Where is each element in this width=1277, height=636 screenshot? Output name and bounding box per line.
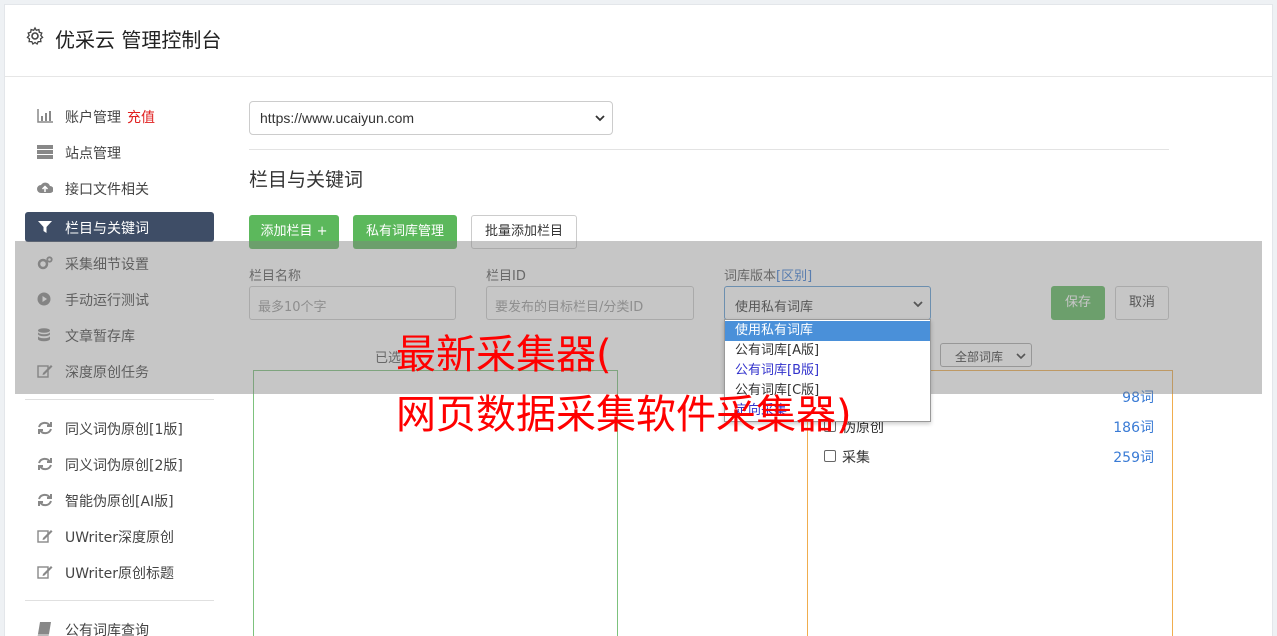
sidebar-item-label: 栏目与关键词 [65, 221, 149, 237]
sidebar-item-synonym-v1[interactable]: 同义词伪原创[1版] [25, 413, 214, 443]
bar-chart-icon [37, 109, 53, 123]
list-item[interactable]: 采集 259词 [824, 447, 1154, 467]
dropdown-option[interactable]: 使用私有词库 [725, 321, 930, 341]
sidebar-item-label: 账户管理 [65, 110, 121, 126]
sidebar-item-columns[interactable]: 栏目与关键词 [25, 212, 214, 242]
server-icon [37, 145, 53, 159]
recharge-link[interactable]: 充值 [127, 110, 155, 126]
sidebar-item-account[interactable]: 账户管理 充值 [25, 101, 214, 131]
site-select[interactable]: https://www.ucaiyun.com [249, 101, 613, 135]
edit-icon [37, 566, 53, 579]
sidebar-item-label: 同义词伪原创[1版] [65, 422, 183, 438]
checkbox[interactable] [824, 450, 836, 462]
sidebar-item-ai-rewrite[interactable]: 智能伪原创[AI版] [25, 485, 214, 515]
keyword-count: 259词 [1113, 450, 1154, 466]
dropdown-option[interactable]: 公有词库[B版] [725, 361, 930, 381]
refresh-icon [38, 493, 52, 507]
book-icon [37, 622, 51, 636]
gear-icon [26, 26, 44, 46]
sidebar-item-uwriter-title[interactable]: UWriter原创标题 [25, 557, 214, 587]
keyword-count: 186词 [1113, 420, 1154, 436]
sidebar-item-label: UWriter原创标题 [65, 566, 174, 582]
sidebar-item-uwriter-deep[interactable]: UWriter深度原创 [25, 521, 214, 551]
sidebar-item-interface[interactable]: 接口文件相关 [25, 173, 214, 203]
sidebar-item-public-lib[interactable]: 公有词库查询 [25, 614, 214, 636]
sidebar-item-label: 站点管理 [65, 146, 121, 162]
refresh-icon [38, 457, 52, 471]
gray-overlay-band [15, 241, 1262, 394]
edit-icon [37, 530, 53, 543]
sidebar-item-label: 公有词库查询 [65, 623, 149, 636]
filter-icon [38, 221, 52, 233]
page-title: 优采云 管理控制台 [55, 28, 222, 52]
sidebar-item-label: 同义词伪原创[2版] [65, 458, 183, 474]
sidebar-divider [25, 399, 214, 400]
sidebar-divider [25, 600, 214, 601]
dropdown-option[interactable]: 公有词库[A版] [725, 341, 930, 361]
page-header: 优采云 管理控制台 [5, 5, 1272, 77]
keyword-lib-name: 采集 [842, 450, 870, 466]
refresh-icon [38, 421, 52, 435]
sidebar-item-label: 接口文件相关 [65, 182, 149, 198]
sidebar-item-sites[interactable]: 站点管理 [25, 137, 214, 167]
site-select-value: https://www.ucaiyun.com [260, 110, 415, 126]
sidebar-item-label: 智能伪原创[AI版] [65, 494, 174, 510]
divider [249, 149, 1169, 150]
chevron-down-icon [595, 115, 605, 122]
section-title: 栏目与关键词 [249, 169, 364, 191]
sidebar-item-label: UWriter深度原创 [65, 530, 174, 546]
cloud-upload-icon [37, 182, 53, 193]
watermark-line-1: 最新采集器( [396, 332, 612, 378]
watermark-line-2: 网页数据采集软件采集器) [396, 392, 852, 438]
sidebar-item-synonym-v2[interactable]: 同义词伪原创[2版] [25, 449, 214, 479]
